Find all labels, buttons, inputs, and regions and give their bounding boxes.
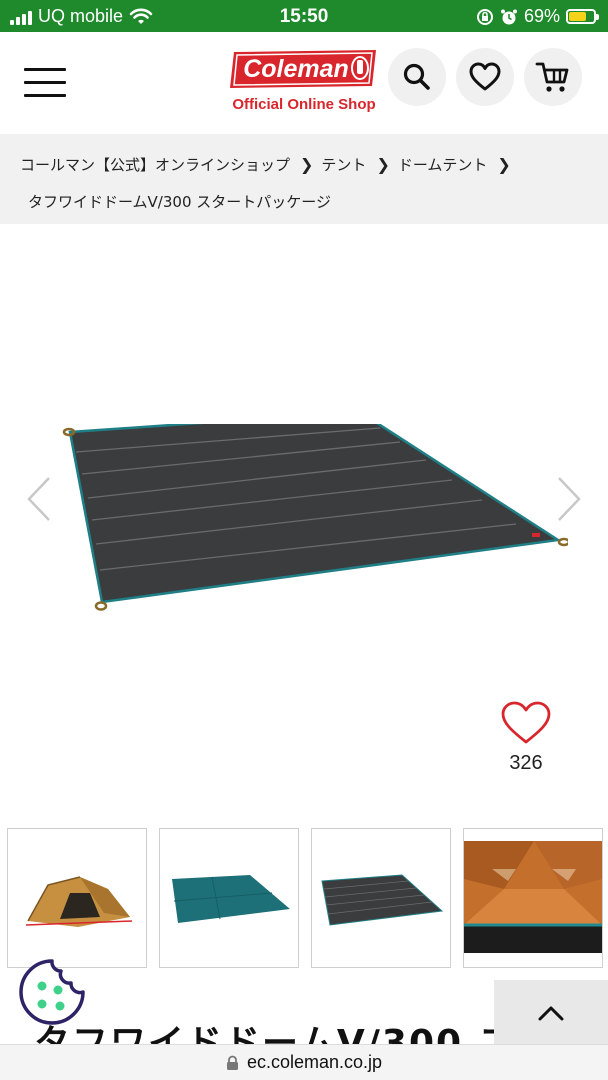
chevron-right-icon: ❯ xyxy=(497,155,511,174)
cart-icon xyxy=(535,62,569,92)
browser-url-bar[interactable]: ec.coleman.co.jp xyxy=(0,1044,608,1080)
logo-link[interactable]: Coleman Official Online Shop xyxy=(224,46,384,120)
breadcrumb-current: タフワイドドームV/300 スタートパッケージ xyxy=(28,193,331,211)
site-header: Coleman Official Online Shop xyxy=(0,32,608,134)
status-right: 69% xyxy=(476,6,599,27)
thumbnail-tent-exterior[interactable] xyxy=(7,828,147,968)
black-mat-image xyxy=(312,829,450,967)
breadcrumb-item-home[interactable]: コールマン【公式】オンラインショップ xyxy=(20,156,290,174)
cart-button[interactable] xyxy=(524,48,582,106)
chevron-up-icon xyxy=(538,1006,564,1021)
logo-wordmark: Coleman xyxy=(243,55,349,83)
thumbnail-tent-interior[interactable] xyxy=(463,828,603,968)
search-icon xyxy=(403,63,430,90)
breadcrumb-item-dome-tent[interactable]: ドームテント xyxy=(398,156,488,174)
thumbnail-ground-mat[interactable] xyxy=(311,828,451,968)
cookie-settings-button[interactable] xyxy=(18,958,86,1026)
teal-sheet-image xyxy=(160,829,298,967)
chevron-right-icon xyxy=(558,477,581,521)
alarm-icon xyxy=(500,9,517,24)
product-gallery: 326 xyxy=(0,224,608,814)
heart-outline-icon xyxy=(501,701,551,744)
battery-icon xyxy=(566,9,599,24)
lock-icon xyxy=(226,1055,238,1070)
tent-exterior-image xyxy=(8,829,146,967)
status-bar: UQ mobile 15:50 69% xyxy=(0,0,608,32)
search-button[interactable] xyxy=(388,48,446,106)
breadcrumb: コールマン【公式】オンラインショップ ❯ テント ❯ ドームテント ❯ タフワイドドームV… xyxy=(0,134,608,224)
logo-subtitle: Official Online Shop xyxy=(232,96,376,113)
favorites-button[interactable] xyxy=(456,48,514,106)
rotation-lock-icon xyxy=(476,8,493,25)
menu-icon xyxy=(24,68,66,71)
breadcrumb-item-tent[interactable]: テント xyxy=(321,156,366,174)
chevron-left-icon xyxy=(27,477,50,521)
chevron-right-icon: ❯ xyxy=(300,155,314,174)
gallery-prev-button[interactable] xyxy=(22,474,56,524)
coleman-logo: Coleman xyxy=(230,50,376,88)
heart-icon xyxy=(469,62,501,91)
thumbnail-ground-sheet[interactable] xyxy=(159,828,299,968)
product-main-image xyxy=(62,424,568,611)
favorite-count: 326 xyxy=(509,752,543,774)
battery-percent: 69% xyxy=(523,6,560,26)
gallery-next-button[interactable] xyxy=(552,474,586,524)
back-to-top-button[interactable] xyxy=(494,980,608,1046)
url-domain: ec.coleman.co.jp xyxy=(246,1052,383,1072)
thumbnail-strip xyxy=(0,828,608,968)
favorite-button[interactable]: 326 xyxy=(500,700,552,775)
menu-button[interactable] xyxy=(24,68,66,100)
cookie-icon xyxy=(19,959,85,1025)
chevron-right-icon: ❯ xyxy=(376,155,390,174)
tent-interior-image xyxy=(464,829,602,967)
